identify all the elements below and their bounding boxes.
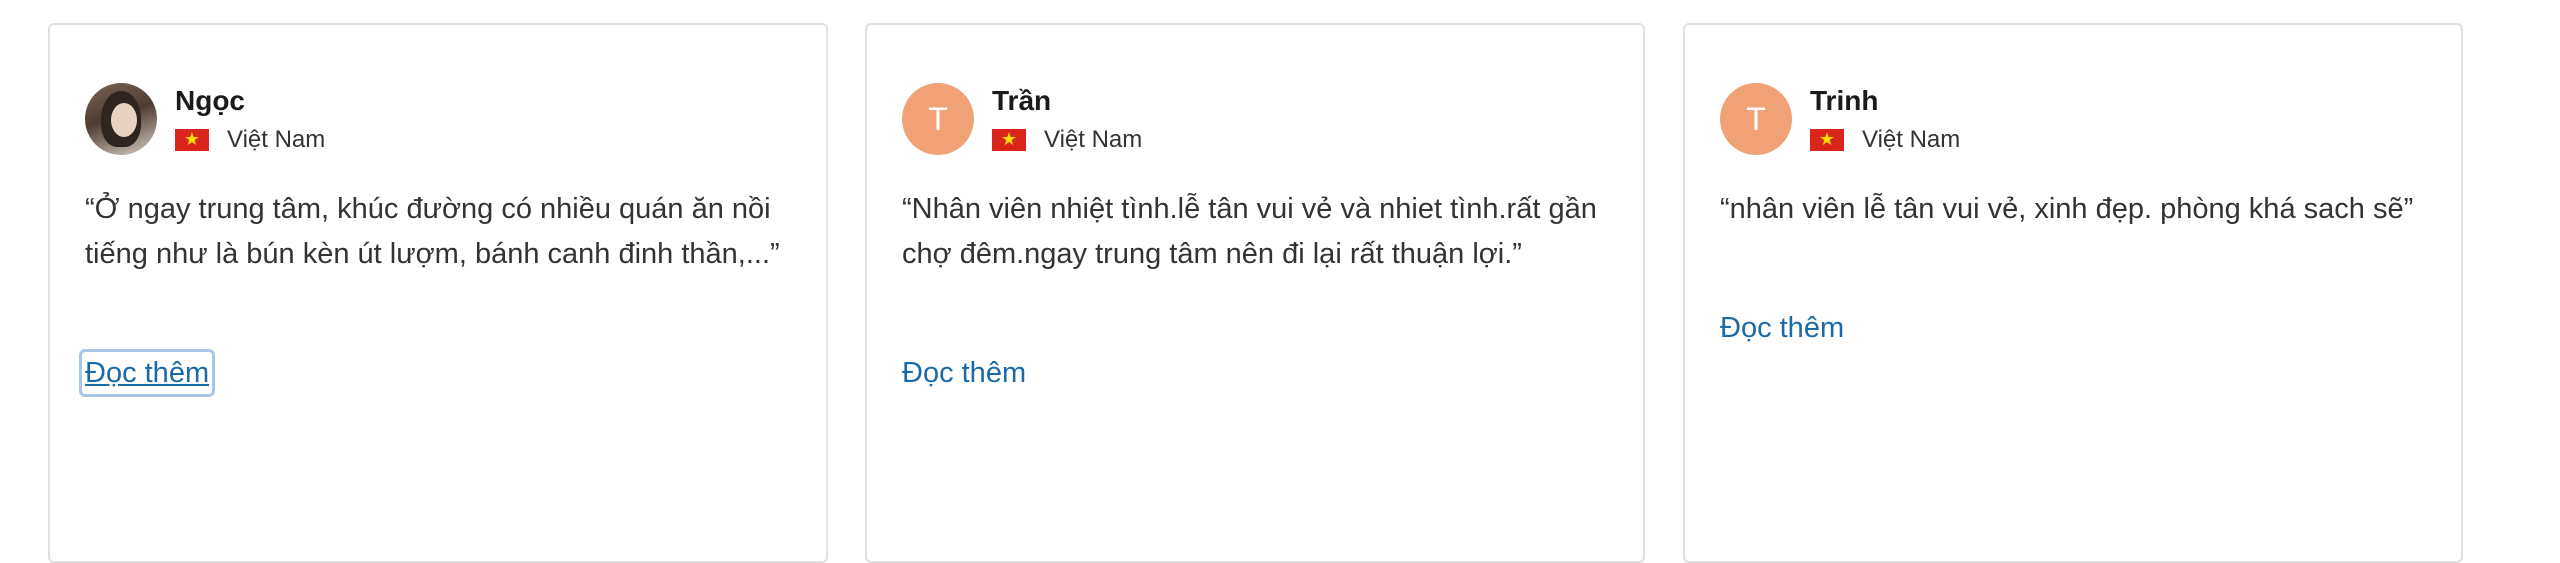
vietnam-flag-icon: [992, 127, 1026, 153]
vietnam-flag-icon: [175, 127, 209, 153]
reviewer-country: Việt Nam: [992, 126, 1142, 154]
review-card: T Trinh Việt Nam “nhân viên lễ tân vui v…: [1683, 23, 2463, 563]
reviewer-country: Việt Nam: [175, 126, 325, 154]
read-more-link[interactable]: Đọc thêm: [78, 349, 216, 397]
avatar: T: [1720, 83, 1792, 155]
reviewer-country: Việt Nam: [1810, 126, 1960, 154]
reviewer-info: Trần Việt Nam: [992, 84, 1142, 154]
country-name: Việt Nam: [227, 126, 326, 153]
country-name: Việt Nam: [1862, 126, 1961, 153]
read-more-link[interactable]: Đọc thêm: [902, 353, 1026, 393]
country-name: Việt Nam: [1044, 126, 1143, 153]
review-card: T Trần Việt Nam “Nhân viên nhiệt tình.lễ…: [865, 23, 1645, 563]
review-quote: “Nhân viên nhiệt tình.lễ tân vui vẻ và n…: [902, 193, 1597, 270]
reviewer-header: Ngọc Việt Nam: [85, 83, 325, 155]
reviewer-header: T Trần Việt Nam: [902, 83, 1142, 155]
avatar: T: [902, 83, 974, 155]
reviewer-name: Trần: [992, 85, 1052, 116]
reviewer-name: Ngọc: [175, 85, 245, 116]
review-quote: “Ở ngay trung tâm, khúc đường có nhiều q…: [85, 193, 780, 270]
reviewer-name: Trinh: [1810, 85, 1879, 116]
vietnam-flag-icon: [1810, 127, 1844, 153]
reviewer-info: Ngọc Việt Nam: [175, 84, 325, 154]
review-quote: “nhân viên lễ tân vui vẻ, xinh đẹp. phòn…: [1720, 193, 2414, 225]
review-card: Ngọc Việt Nam “Ở ngay trung tâm, khúc đư…: [48, 23, 828, 563]
reviewer-info: Trinh Việt Nam: [1810, 84, 1960, 154]
read-more-link[interactable]: Đọc thêm: [1720, 308, 1844, 348]
avatar: [85, 83, 157, 155]
reviewer-header: T Trinh Việt Nam: [1720, 83, 1960, 155]
